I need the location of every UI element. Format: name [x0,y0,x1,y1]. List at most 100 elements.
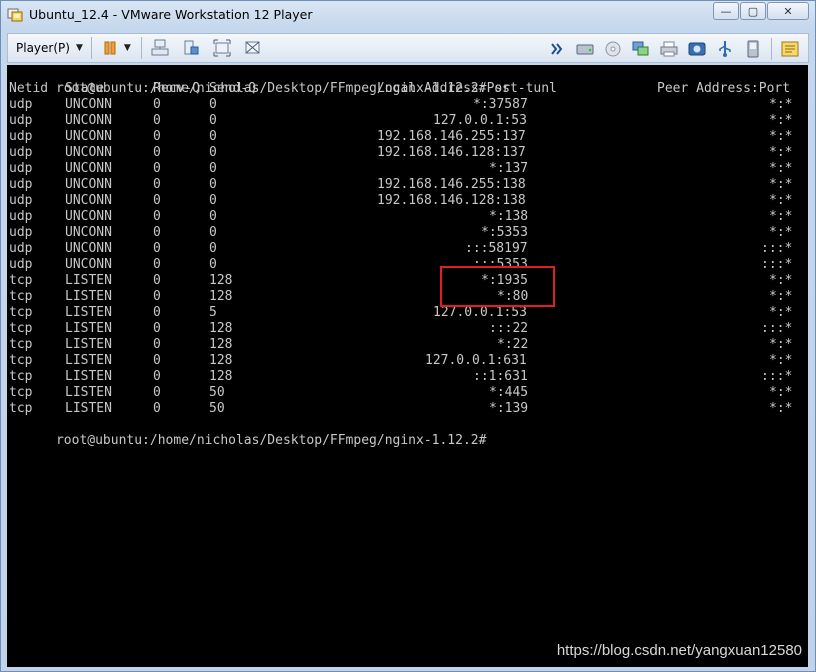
row-sendq: 50 [209,401,225,416]
unity-icon[interactable] [243,38,263,58]
row-sendq: 128 [209,289,233,304]
chevron-down-icon: ▼ [75,43,83,53]
row-local-address: 127.0.0.1:631 [425,353,527,368]
row-netid: tcp [9,353,33,368]
row-state: UNCONN [65,241,112,256]
network-adapter-icon[interactable] [631,39,651,59]
row-recvq: 0 [153,113,161,128]
usb-icon[interactable] [715,39,735,59]
row-local-address: :::22 [489,321,529,336]
annotation-highlight-box [440,266,555,307]
minimize-icon: — [720,4,732,18]
row-local-address: 127.0.0.1:53 [433,305,527,320]
cd-dvd-icon[interactable] [603,39,623,59]
table-row: tcp LISTEN 0 50 *:139 *:* [9,401,804,417]
row-netid: tcp [9,273,33,288]
table-row: udp UNCONN 0 0 127.0.0.1:53 *:* [9,113,804,129]
table-row: udp UNCONN 0 0:::5353:::* [9,257,804,273]
table-row: udp UNCONN 0 0 *:137 *:* [9,161,804,177]
row-peer-address: *:* [769,385,793,400]
display-icon[interactable] [743,39,763,59]
row-recvq: 0 [153,145,161,160]
watermark-text: https://blog.csdn.net/yangxuan12580 [556,642,802,659]
row-recvq: 0 [153,97,161,112]
row-netid: udp [9,257,33,272]
row-netid: udp [9,129,33,144]
row-local-address: *:445 [489,385,529,400]
player-toolbar: Player(P) ▼ ▼ [7,33,809,63]
final-prompt-line: root@ubuntu:/home/nicholas/Desktop/FFmpe… [9,417,486,448]
row-peer-address: :::* [761,257,793,272]
table-row: tcp LISTEN 0 128 *:22 *:* [9,337,804,353]
row-peer-address: *:* [769,145,793,160]
row-recvq: 0 [153,241,161,256]
sound-card-icon[interactable] [687,39,707,59]
row-state: UNCONN [65,97,112,112]
full-screen-icon[interactable] [212,38,232,58]
row-local-address: *:139 [489,401,529,416]
row-netid: udp [9,193,33,208]
player-menu[interactable]: Player(P) ▼ [16,37,83,59]
hard-disk-icon[interactable] [575,39,595,59]
toolbar-divider [90,37,92,59]
maximize-button[interactable]: ▢ [740,2,766,20]
row-peer-address: :::* [761,321,793,336]
row-local-address: 192.168.146.255:138 [377,177,526,192]
vm-console[interactable]: root@ubuntu:/home/nicholas/Desktop/FFmpe… [7,65,808,667]
header-state: State [65,81,105,96]
row-peer-address: *:* [769,97,793,112]
table-row: udp UNCONN 0 0 192.168.146.128:137 *:* [9,145,804,161]
row-peer-address: *:* [769,161,793,176]
title-bar[interactable]: Ubuntu_12.4 - VMware Workstation 12 Play… [1,1,815,29]
row-local-address: ::1:631 [473,369,528,384]
table-row: udp UNCONN 0 0:::58197:::* [9,241,804,257]
row-state: UNCONN [65,129,112,144]
row-peer-address: *:* [769,337,793,352]
caption-buttons: — ▢ ✕ [712,2,809,21]
vmware-player-window: Ubuntu_12.4 - VMware Workstation 12 Play… [0,0,816,672]
row-netid: tcp [9,321,33,336]
command-line: root@ubuntu:/home/nicholas/Desktop/FFmpe… [9,65,557,96]
row-local-address: *:137 [489,161,529,176]
row-peer-address: *:* [769,177,793,192]
row-sendq: 0 [209,193,217,208]
row-netid: tcp [9,305,33,320]
row-sendq: 0 [209,209,217,224]
table-row: tcp LISTEN 0 128 127.0.0.1:631 *:* [9,353,804,369]
row-peer-address: *:* [769,273,793,288]
row-peer-address: :::* [761,241,793,256]
row-state: UNCONN [65,161,112,176]
header-recvq: Recv-Q [153,81,200,96]
pause-menu-arrow[interactable]: ▼ [124,43,131,53]
row-recvq: 0 [153,161,161,176]
pause-icon[interactable] [100,38,120,58]
window-title: Ubuntu_12.4 - VMware Workstation 12 Play… [29,7,313,22]
row-peer-address: *:* [769,225,793,240]
row-recvq: 0 [153,225,161,240]
row-recvq: 0 [153,369,161,384]
row-recvq: 0 [153,401,161,416]
row-recvq: 0 [153,257,161,272]
row-peer-address: *:* [769,113,793,128]
row-state: LISTEN [65,369,112,384]
close-button[interactable]: ✕ [767,2,809,20]
table-row: udp UNCONN 0 0 *:37587 *:* [9,97,804,113]
table-row: tcp LISTEN 0 50 *:445 *:* [9,385,804,401]
table-header-row: Netid State Recv-Q Send-Q Local Address:… [9,81,804,97]
removable-devices-icon[interactable] [181,38,201,58]
row-local-address: *:5353 [481,225,528,240]
row-peer-address: *:* [769,401,793,416]
row-sendq: 128 [209,273,233,288]
chevron-right-icon[interactable] [547,39,567,59]
row-sendq: 5 [209,305,217,320]
row-netid: udp [9,241,33,256]
message-log-icon[interactable] [780,39,800,59]
row-recvq: 0 [153,177,161,192]
printer-icon[interactable] [659,39,679,59]
minimize-button[interactable]: — [713,2,739,20]
row-recvq: 0 [153,353,161,368]
row-state: LISTEN [65,401,112,416]
send-ctrl-alt-del-icon[interactable] [150,38,170,58]
row-sendq: 0 [209,177,217,192]
row-state: LISTEN [65,385,112,400]
